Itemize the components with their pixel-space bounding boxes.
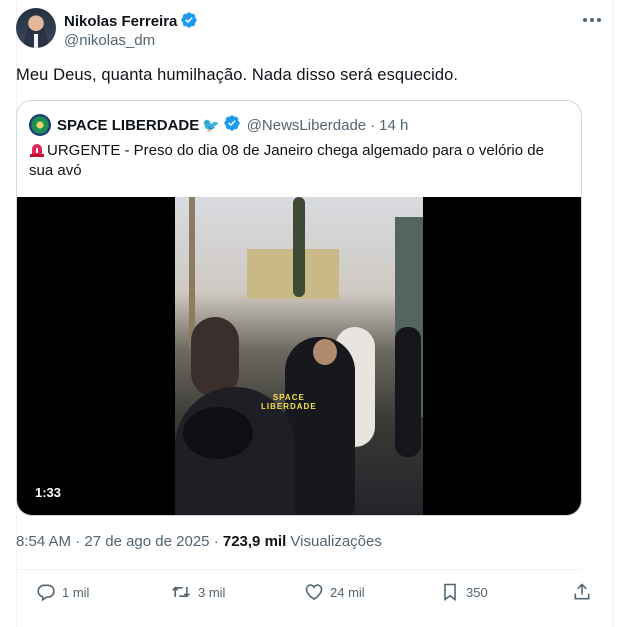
like-button[interactable]: 24 mil	[304, 582, 365, 602]
verified-badge-icon	[180, 11, 198, 33]
retweet-count: 3 mil	[198, 584, 226, 600]
views-label: Visualizações	[290, 533, 382, 550]
reply-button[interactable]: 1 mil	[36, 582, 89, 602]
quoted-timestamp: 14 h	[379, 116, 409, 134]
avatar-tie	[34, 34, 38, 48]
views-count: 723,9 mil	[222, 533, 287, 550]
heart-icon	[305, 584, 323, 601]
divider	[16, 569, 582, 570]
quoted-author-handle: @NewsLiberdade	[246, 116, 367, 134]
share-icon	[574, 583, 590, 600]
more-options-icon[interactable]	[580, 10, 604, 30]
tweet-date[interactable]: 27 de ago de 2025	[84, 533, 209, 550]
quoted-tweet[interactable]: SPACE LIBERDADE 🐦 @NewsLiberdade · 14 h …	[16, 100, 582, 516]
author-handle[interactable]: @nikolas_dm	[64, 32, 155, 49]
reply-icon	[37, 584, 55, 602]
quoted-avatar	[29, 114, 51, 136]
author-name-row[interactable]: Nikolas Ferreira	[64, 11, 198, 33]
watermark-line-1: SPACE	[272, 393, 305, 402]
bird-emoji: 🐦	[202, 116, 220, 133]
retweet-icon	[172, 586, 190, 598]
video-scene	[313, 339, 337, 365]
video-frame: SPACE LIBERDADE	[175, 197, 423, 515]
video-watermark: SPACE LIBERDADE	[261, 393, 317, 411]
share-button[interactable]	[572, 582, 598, 602]
quoted-tweet-header: SPACE LIBERDADE 🐦 @NewsLiberdade · 14 h	[29, 113, 408, 137]
tweet-header: Nikolas Ferreira @nikolas_dm	[16, 8, 604, 52]
siren-icon	[29, 143, 45, 157]
tweet-text: Meu Deus, quanta humilhação. Nada disso …	[16, 66, 459, 84]
quoted-text-block: URGENTE - Preso do dia 08 de Janeiro che…	[29, 141, 569, 181]
watermark-line-2: LIBERDADE	[261, 402, 317, 411]
action-bar: 1 mil 3 mil 24 mil 350	[16, 574, 590, 614]
video-player[interactable]: SPACE LIBERDADE 1:33	[17, 197, 581, 515]
reply-count: 1 mil	[62, 584, 90, 600]
tweet-time[interactable]: 8:54 AM	[16, 533, 71, 550]
video-scene	[183, 407, 253, 459]
quoted-verified-badge-icon	[223, 114, 241, 136]
video-scene	[395, 327, 421, 457]
meta-separator: ·	[75, 533, 81, 550]
video-scene	[191, 317, 239, 397]
tweet-meta: 8:54 AM · 27 de ago de 2025 · 723,9 mil …	[16, 533, 382, 550]
meta-separator: ·	[213, 533, 219, 550]
quoted-separator: ·	[370, 116, 376, 134]
bookmark-count: 350	[466, 584, 488, 600]
bookmark-icon	[444, 583, 456, 602]
video-scene	[293, 197, 305, 297]
retweet-button[interactable]: 3 mil	[170, 582, 225, 602]
quoted-author-name: SPACE LIBERDADE	[57, 116, 200, 134]
bookmark-button[interactable]: 350	[440, 582, 488, 602]
video-duration: 1:33	[35, 485, 62, 500]
like-count: 24 mil	[330, 584, 365, 600]
video-scene	[189, 197, 195, 347]
author-avatar[interactable]	[16, 8, 56, 48]
quoted-text: URGENTE - Preso do dia 08 de Janeiro che…	[29, 142, 544, 179]
author-name[interactable]: Nikolas Ferreira	[64, 13, 177, 30]
